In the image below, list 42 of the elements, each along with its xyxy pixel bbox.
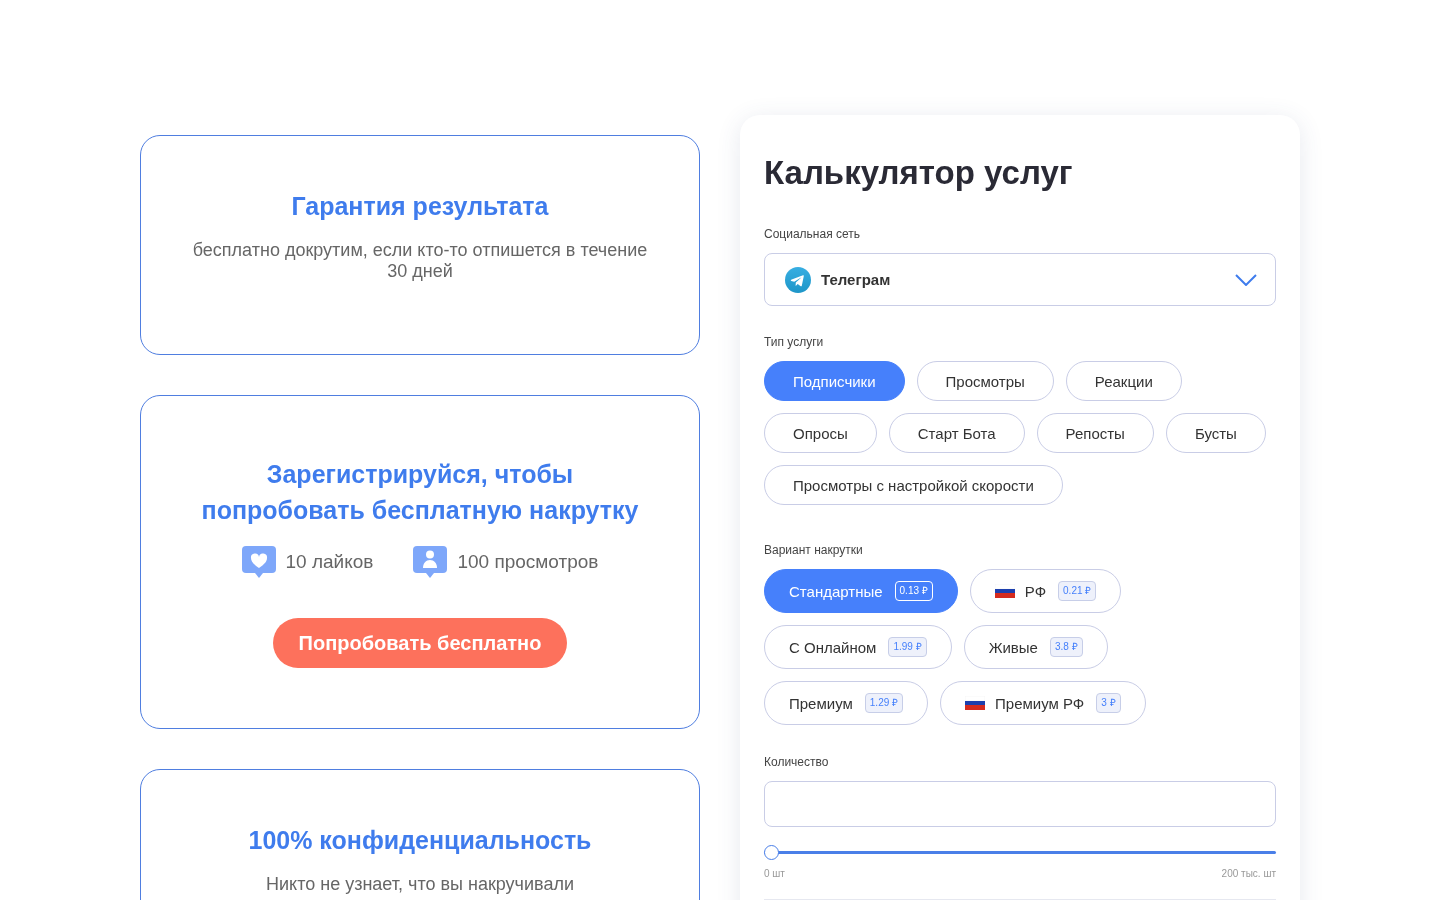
card-title: 100% конфиденциальность — [248, 825, 592, 856]
price-badge: 0.21 ₽ — [1058, 581, 1097, 601]
slider-min-label: 0 шт — [764, 868, 785, 879]
person-icon — [413, 546, 448, 578]
card-text: Никто не узнает, что вы накручивали — [266, 874, 574, 895]
perk-label: 100 просмотров — [457, 551, 599, 573]
quantity-slider[interactable] — [764, 845, 1276, 860]
paper-plane-icon — [785, 266, 811, 293]
price-badge: 1.99 ₽ — [888, 637, 927, 657]
service-type-option[interactable]: Опросы — [764, 413, 877, 453]
calculator-title: Калькулятор услуг — [764, 153, 1074, 193]
quantity-input[interactable] — [764, 781, 1276, 827]
card-text: бесплатно докрутим, если кто-то отпишется в течение 30 дней — [191, 240, 649, 282]
variant-option[interactable]: РФ 0.21 ₽ — [969, 569, 1122, 613]
variant-option[interactable]: Премиум 1.29 ₽ — [764, 681, 929, 725]
field-label: Социальная сеть — [764, 227, 861, 241]
heart-icon — [241, 546, 276, 578]
chevron-down-icon — [1235, 273, 1257, 286]
service-type-option[interactable]: Бусты — [1165, 413, 1266, 453]
price-badge: 1.29 ₽ — [864, 693, 904, 713]
service-type-option[interactable]: Подписчики — [764, 361, 905, 401]
price-badge: 0.13 ₽ — [894, 581, 933, 601]
slider-thumb[interactable] — [764, 845, 779, 860]
card-title: Гарантия результата — [291, 191, 549, 222]
price-badge: 3.8 ₽ — [1049, 637, 1083, 657]
service-type-option[interactable]: Просмотры — [916, 361, 1054, 401]
field-label: Вариант накрутки — [764, 543, 864, 557]
service-type-option[interactable]: Просмотры с настройкой скорости — [764, 465, 1063, 505]
field-label: Количество — [764, 755, 830, 769]
field-label: Тип услуги — [764, 335, 825, 349]
variant-option[interactable]: Живые 3.8 ₽ — [963, 625, 1108, 669]
network-dropdown[interactable]: Телеграм — [764, 253, 1276, 306]
price-badge: 3 ₽ — [1096, 693, 1121, 713]
variant-option[interactable]: С Онлайном 1.99 ₽ — [764, 625, 952, 669]
perk-label: 10 лайков — [285, 551, 374, 573]
service-type-option[interactable]: Репосты — [1036, 413, 1154, 453]
card-title: Зарегистрируйся, чтобы попробовать бесплатную накрутку — [200, 459, 640, 526]
service-type-option[interactable]: Старт Бота — [888, 413, 1025, 453]
service-type-option[interactable]: Реакции — [1065, 361, 1182, 401]
variant-option[interactable]: Премиум РФ 3 ₽ — [940, 681, 1146, 725]
variant-option[interactable]: Стандартные 0.13 ₽ — [764, 569, 958, 613]
slider-max-label: 200 тыс. шт — [1221, 868, 1276, 879]
